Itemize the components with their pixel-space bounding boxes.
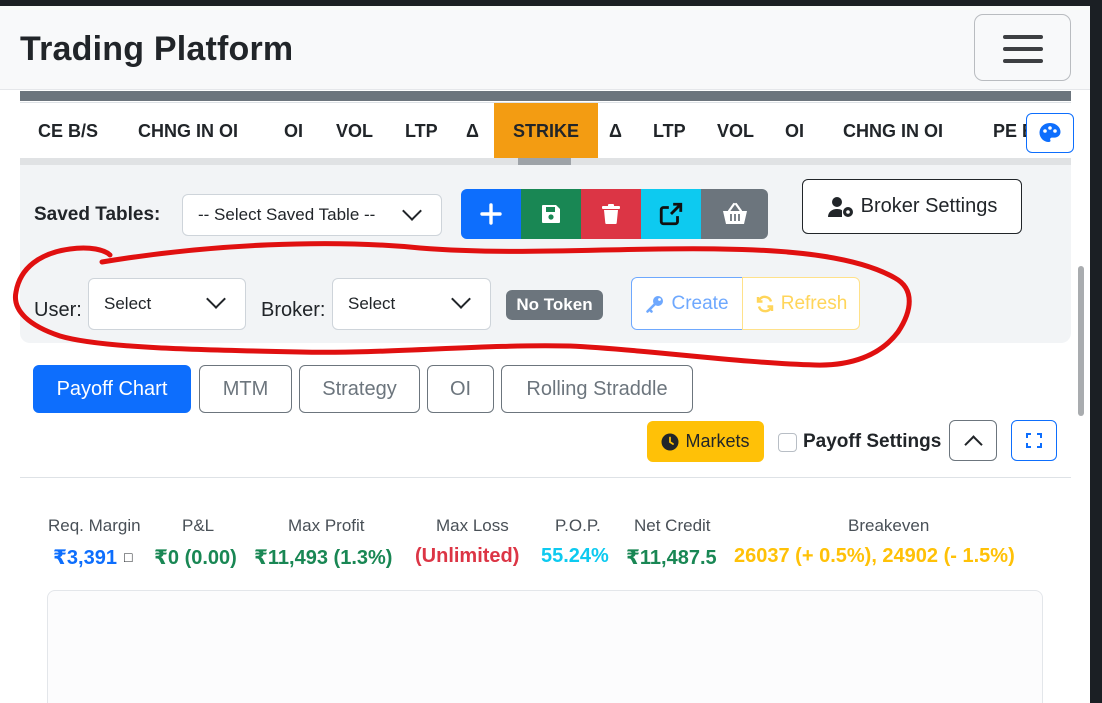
pop-label: P.O.P. [555,516,601,535]
refresh-label: Refresh [780,292,848,314]
max-profit-label: Max Profit [288,516,365,535]
broker-select-value: Select [348,294,396,313]
user-label: User: [34,299,82,321]
col-pe-vol[interactable]: VOL [717,103,754,159]
hamburger-icon[interactable] [974,14,1071,81]
vertical-scrollbar[interactable] [1078,266,1084,416]
user-gear-icon [827,196,853,217]
col-pe-delta[interactable]: Δ [609,103,622,159]
refresh-icon [756,295,773,312]
broker-settings-label: Broker Settings [860,195,998,217]
tab-oi[interactable]: OI [427,365,494,413]
margin-info-icon[interactable]: □ [124,549,132,565]
tab-rolling-straddle[interactable]: Rolling Straddle [501,365,693,413]
chevron-up-icon [964,435,983,454]
save-table-button[interactable] [521,189,581,239]
col-pe-oi[interactable]: OI [785,103,804,159]
chevron-down-icon [206,289,226,309]
broker-select[interactable]: Select [332,278,491,330]
broker-label: Broker: [261,299,326,321]
trash-icon [602,204,620,224]
saved-table-select-value: -- Select Saved Table -- [198,205,376,224]
payoff-chart-area[interactable] [47,590,1043,703]
markets-button[interactable]: Markets [647,421,764,462]
basket-button[interactable] [701,189,768,239]
horizontal-scroll-thumb[interactable] [518,158,571,165]
external-link-icon [659,202,683,226]
key-icon [646,295,664,313]
delete-table-button[interactable] [581,189,641,239]
markets-label: Markets [685,431,750,451]
tab-payoff-chart[interactable]: Payoff Chart [33,365,191,413]
collapse-button[interactable] [949,420,997,461]
col-pe-ltp[interactable]: LTP [653,103,686,159]
save-icon [542,205,560,223]
pnl-label: P&L [182,516,215,535]
saved-tables-label: Saved Tables: [34,204,161,225]
payoff-settings-checkbox[interactable] [778,433,797,452]
palette-icon [1039,123,1061,142]
breakeven-label: Breakeven [848,516,930,535]
create-label: Create [671,292,729,314]
chevron-down-icon [402,201,422,221]
tab-strategy[interactable]: Strategy [299,365,420,413]
payoff-settings-label[interactable]: Payoff Settings [803,431,941,453]
col-ce-chng-in-oi[interactable]: CHNG IN OI [138,103,238,159]
navbar: Trading Platform [0,6,1090,90]
clock-icon [661,433,679,450]
basket-icon [722,202,747,224]
breakeven-value: 26037 (+ 0.5%), 24902 (- 1.5%) [734,545,1015,567]
col-ce-vol[interactable]: VOL [336,103,373,159]
theme-button[interactable] [1026,113,1074,153]
table-actions-group [461,189,768,239]
tab-mtm[interactable]: MTM [199,365,292,413]
max-profit-value: ₹11,493 (1.3%) [254,547,393,569]
req-margin-label: Req. Margin [48,516,141,535]
col-ce-delta[interactable]: Δ [466,103,479,159]
user-select[interactable]: Select [88,278,246,330]
col-ce-oi[interactable]: OI [284,103,303,159]
divider [20,477,1071,478]
brand-title[interactable]: Trading Platform [20,30,293,69]
pop-value: 55.24% [541,545,609,567]
open-table-button[interactable] [641,189,701,239]
net-credit-label: Net Credit [634,516,711,535]
fullscreen-icon [1026,433,1042,448]
saved-table-select[interactable]: -- Select Saved Table -- [182,194,442,236]
col-ce-bs[interactable]: CE B/S [38,103,98,159]
user-select-value: Select [104,294,152,313]
max-loss-label: Max Loss [436,516,509,535]
col-ce-ltp[interactable]: LTP [405,103,438,159]
option-chain-header: CE B/S CHNG IN OI OI VOL LTP Δ STRIKE Δ … [20,102,1071,159]
table-top-bar [20,91,1071,101]
app-page: Trading Platform CE B/S CHNG IN OI OI VO… [0,6,1090,703]
max-loss-value: (Unlimited) [415,545,520,567]
token-status-badge: No Token [506,290,603,320]
chevron-down-icon [451,289,471,309]
window-edge [1090,0,1102,703]
pnl-value: ₹0 (0.00) [154,547,237,569]
create-token-button[interactable]: Create [631,277,743,330]
req-margin-value: ₹3,391 [53,547,117,569]
col-pe-chng-in-oi[interactable]: CHNG IN OI [843,103,943,159]
broker-settings-button[interactable]: Broker Settings [802,179,1022,234]
add-table-button[interactable] [461,189,521,239]
net-credit-value: ₹11,487.5 [626,547,717,569]
plus-icon [480,203,502,225]
refresh-token-button[interactable]: Refresh [742,277,860,330]
col-strike[interactable]: STRIKE [494,103,599,159]
fullscreen-button[interactable] [1011,420,1057,461]
